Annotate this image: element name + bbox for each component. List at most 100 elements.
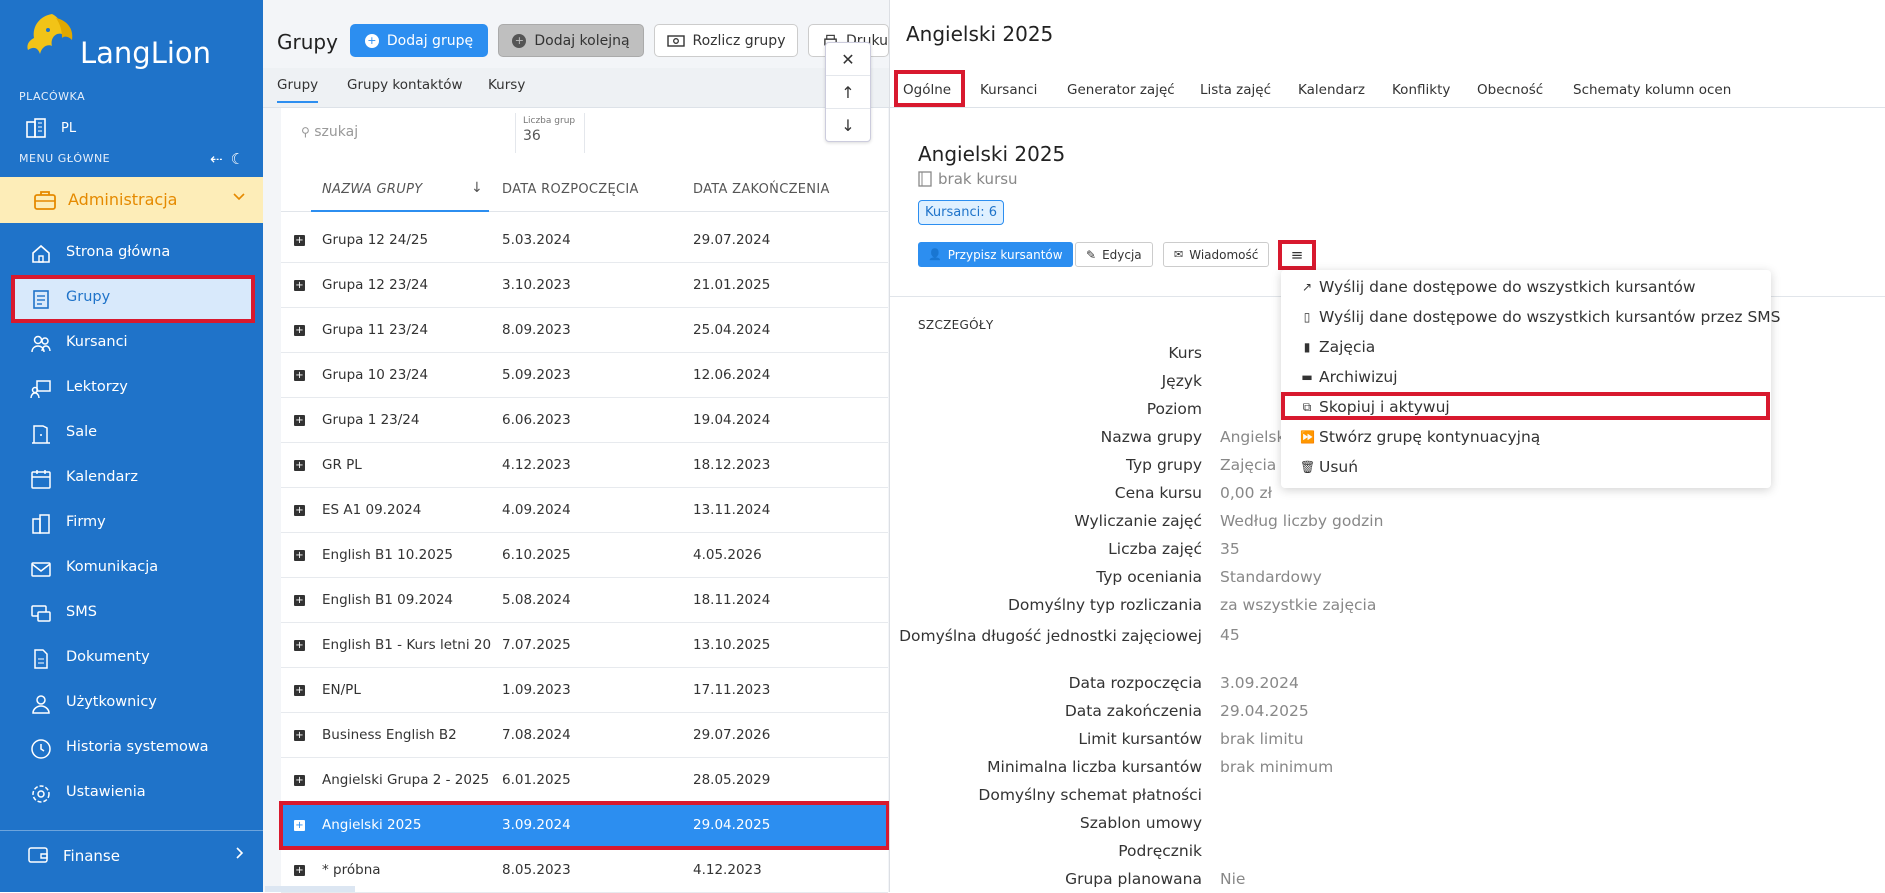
table-row[interactable]: + English B1 - Kurs letni 2025 7.07.2025 13… bbox=[281, 623, 888, 668]
tab-kalendarz[interactable]: Kalendarz bbox=[1298, 82, 1365, 98]
end-date-cell: 13.11.2024 bbox=[693, 502, 771, 518]
more-actions-menu-button[interactable]: ≡ bbox=[1278, 240, 1316, 270]
sidebar-item-komunikacja[interactable]: Komunikacja bbox=[14, 548, 252, 588]
message-button[interactable]: ✉ Wiadomość bbox=[1163, 242, 1270, 267]
end-date-cell: 4.12.2023 bbox=[693, 862, 762, 878]
expand-plus-icon[interactable]: + bbox=[294, 550, 305, 561]
sidebar-item-kalendarz[interactable]: Kalendarz bbox=[14, 458, 252, 498]
table-row[interactable]: + Angielski Grupa 2 - 2025 6.01.2025 28.05.… bbox=[281, 758, 888, 803]
expand-plus-icon[interactable]: + bbox=[294, 865, 305, 876]
menu-item[interactable]: ↗ Wyślij dane dostępowe do wszystkich kur… bbox=[1300, 278, 1696, 296]
table-row[interactable]: + Angielski 2025 3.09.2024 29.04.2025 bbox=[279, 801, 890, 850]
table-row[interactable]: + * próbna 8.05.2023 4.12.2023 bbox=[281, 848, 888, 893]
tab-kursy[interactable]: Kursy bbox=[488, 77, 525, 93]
detail-label: Kurs bbox=[1168, 344, 1202, 362]
end-date-cell: 12.06.2024 bbox=[693, 367, 771, 383]
search-icon: ⚲ bbox=[301, 125, 310, 139]
detail-value: 3.09.2024 bbox=[1220, 674, 1299, 692]
table-row[interactable]: + Grupa 10 23/24 5.09.2023 12.06.2024 bbox=[281, 353, 888, 398]
table-row[interactable]: + GR PL 4.12.2023 18.12.2023 bbox=[281, 443, 888, 488]
expand-plus-icon[interactable]: + bbox=[294, 640, 305, 651]
column-header-name[interactable]: NAZWA GRUPY bbox=[322, 182, 422, 197]
add-next-label: Dodaj kolejną bbox=[534, 32, 630, 49]
arrow-up-icon[interactable]: ↑ bbox=[826, 76, 870, 109]
tab-obecnosc[interactable]: Obecność bbox=[1477, 82, 1543, 98]
start-date-cell: 6.06.2023 bbox=[502, 412, 571, 428]
menu-item[interactable]: ⧉ Skopiuj i aktywuj bbox=[1300, 398, 1450, 416]
expand-plus-icon[interactable]: + bbox=[294, 325, 305, 336]
groups-icon bbox=[33, 290, 49, 309]
expand-plus-icon[interactable]: + bbox=[294, 595, 305, 606]
table-row[interactable]: + ES A1 09.2024 4.09.2024 13.11.2024 bbox=[281, 488, 888, 533]
group-name-cell: Grupa 11 23/24 bbox=[322, 322, 429, 338]
sidebar-item-sale[interactable]: Sale bbox=[14, 413, 252, 453]
table-row[interactable]: + Grupa 12 23/24 3.10.2023 21.01.2025 bbox=[281, 263, 888, 308]
table-row[interactable]: + Business English B2 7.08.2024 29.07.2026 bbox=[281, 713, 888, 758]
expand-plus-icon[interactable]: + bbox=[294, 775, 305, 786]
sidebar-item-historia[interactable]: Historia systemowa bbox=[14, 728, 252, 768]
expand-plus-icon[interactable]: + bbox=[294, 820, 305, 831]
menu-item[interactable]: ▬ Archiwizuj bbox=[1300, 368, 1397, 386]
dark-mode-moon-icon[interactable]: ☾ bbox=[231, 150, 244, 168]
add-group-button[interactable]: + Dodaj grupę bbox=[350, 24, 488, 57]
add-next-button[interactable]: + Dodaj kolejną bbox=[498, 24, 644, 57]
sidebar-item-strona-glowna[interactable]: Strona główna bbox=[14, 233, 252, 273]
table-row[interactable]: + English B1 10.2025 6.10.2025 4.05.2026 bbox=[281, 533, 888, 578]
expand-plus-icon[interactable]: + bbox=[294, 505, 305, 516]
menu-item[interactable]: ▯ Wyślij dane dostępowe do wszystkich kur… bbox=[1300, 308, 1781, 326]
sort-arrow-down-icon[interactable]: ↓ bbox=[471, 180, 483, 196]
pencil-icon: ✎ bbox=[1086, 247, 1097, 262]
column-header-end[interactable]: DATA ZAKOŃCZENIA bbox=[693, 182, 830, 197]
expand-plus-icon[interactable]: + bbox=[294, 415, 305, 426]
sidebar-item-uzytkownicy[interactable]: Użytkownicy bbox=[14, 683, 252, 723]
expand-plus-icon[interactable]: + bbox=[294, 280, 305, 291]
edit-button[interactable]: ✎ Edycja bbox=[1075, 242, 1153, 267]
tab-konflikty[interactable]: Konflikty bbox=[1392, 82, 1450, 98]
menu-item[interactable]: 🗑 Usuń bbox=[1300, 458, 1358, 476]
sidebar-item-sms[interactable]: SMS bbox=[14, 593, 252, 633]
sidebar-item-grupy[interactable]: Grupy bbox=[11, 275, 255, 323]
arrow-down-icon[interactable]: ↓ bbox=[826, 109, 870, 142]
tab-ogolne[interactable]: Ogólne bbox=[903, 82, 951, 98]
expand-plus-icon[interactable]: + bbox=[294, 730, 305, 741]
sidebar-item-firmy[interactable]: Firmy bbox=[14, 503, 252, 543]
expand-plus-icon[interactable]: + bbox=[294, 235, 305, 246]
group-name-cell: GR PL bbox=[322, 457, 362, 473]
horizontal-scrollbar[interactable] bbox=[265, 886, 355, 892]
sidebar-item-lektorzy[interactable]: Lektorzy bbox=[14, 368, 252, 408]
tab-kursanci[interactable]: Kursanci bbox=[980, 82, 1037, 98]
detail-label: Data zakończenia bbox=[1064, 702, 1202, 720]
placowka-value: PL bbox=[61, 120, 77, 136]
settle-groups-button[interactable]: Rozlicz grupy bbox=[654, 24, 798, 57]
assign-students-button[interactable]: 👤 Przypisz kursantów bbox=[918, 242, 1073, 267]
menu-item[interactable]: ▮ Zajęcia bbox=[1300, 338, 1376, 356]
tab-lista-zajec[interactable]: Lista zajęć bbox=[1200, 82, 1271, 98]
table-row[interactable]: + Grupa 12 24/25 5.03.2024 29.07.2024 bbox=[281, 218, 888, 263]
admin-section-toggle[interactable]: Administracja bbox=[0, 177, 263, 223]
collapse-arrow-icon[interactable]: ⇠ bbox=[210, 150, 223, 168]
placowka-selector[interactable]: PL bbox=[25, 118, 76, 138]
tab-generator-zajec[interactable]: Generator zajęć bbox=[1067, 82, 1175, 98]
tab-schematy[interactable]: Schematy kolumn ocen bbox=[1573, 82, 1731, 98]
table-row[interactable]: + English B1 09.2024 5.08.2024 18.11.2024 bbox=[281, 578, 888, 623]
table-row[interactable]: + EN/PL 1.09.2023 17.11.2023 bbox=[281, 668, 888, 713]
table-row[interactable]: + Grupa 11 23/24 8.09.2023 25.04.2024 bbox=[281, 308, 888, 353]
logo[interactable]: LangLion bbox=[22, 10, 222, 72]
menu-item[interactable]: ⏩ Stwórz grupę kontynuacyjną bbox=[1300, 428, 1540, 446]
sidebar-item-label: Użytkownicy bbox=[66, 694, 157, 710]
expand-plus-icon[interactable]: + bbox=[294, 460, 305, 471]
finanse-section-toggle[interactable]: Finanse bbox=[0, 830, 263, 878]
sidebar-item-ustawienia[interactable]: Ustawienia bbox=[14, 773, 252, 813]
sidebar-item-dokumenty[interactable]: Dokumenty bbox=[14, 638, 252, 678]
table-row[interactable]: + Grupa 1 23/24 6.06.2023 19.04.2024 bbox=[281, 398, 888, 443]
close-icon[interactable]: ✕ bbox=[826, 43, 870, 76]
tab-grupy-kontaktow[interactable]: Grupy kontaktów bbox=[347, 77, 463, 93]
students-count-badge[interactable]: Kursanci: 6 bbox=[918, 200, 1004, 225]
expand-plus-icon[interactable]: + bbox=[294, 685, 305, 696]
tab-grupy[interactable]: Grupy bbox=[277, 77, 319, 103]
sidebar-item-kursanci[interactable]: Kursanci bbox=[14, 323, 252, 363]
end-date-cell: 18.11.2024 bbox=[693, 592, 771, 608]
search-input[interactable]: ⚲ szukaj bbox=[301, 124, 358, 140]
column-header-start[interactable]: DATA ROZPOCZĘCIA bbox=[502, 182, 639, 197]
expand-plus-icon[interactable]: + bbox=[294, 370, 305, 381]
